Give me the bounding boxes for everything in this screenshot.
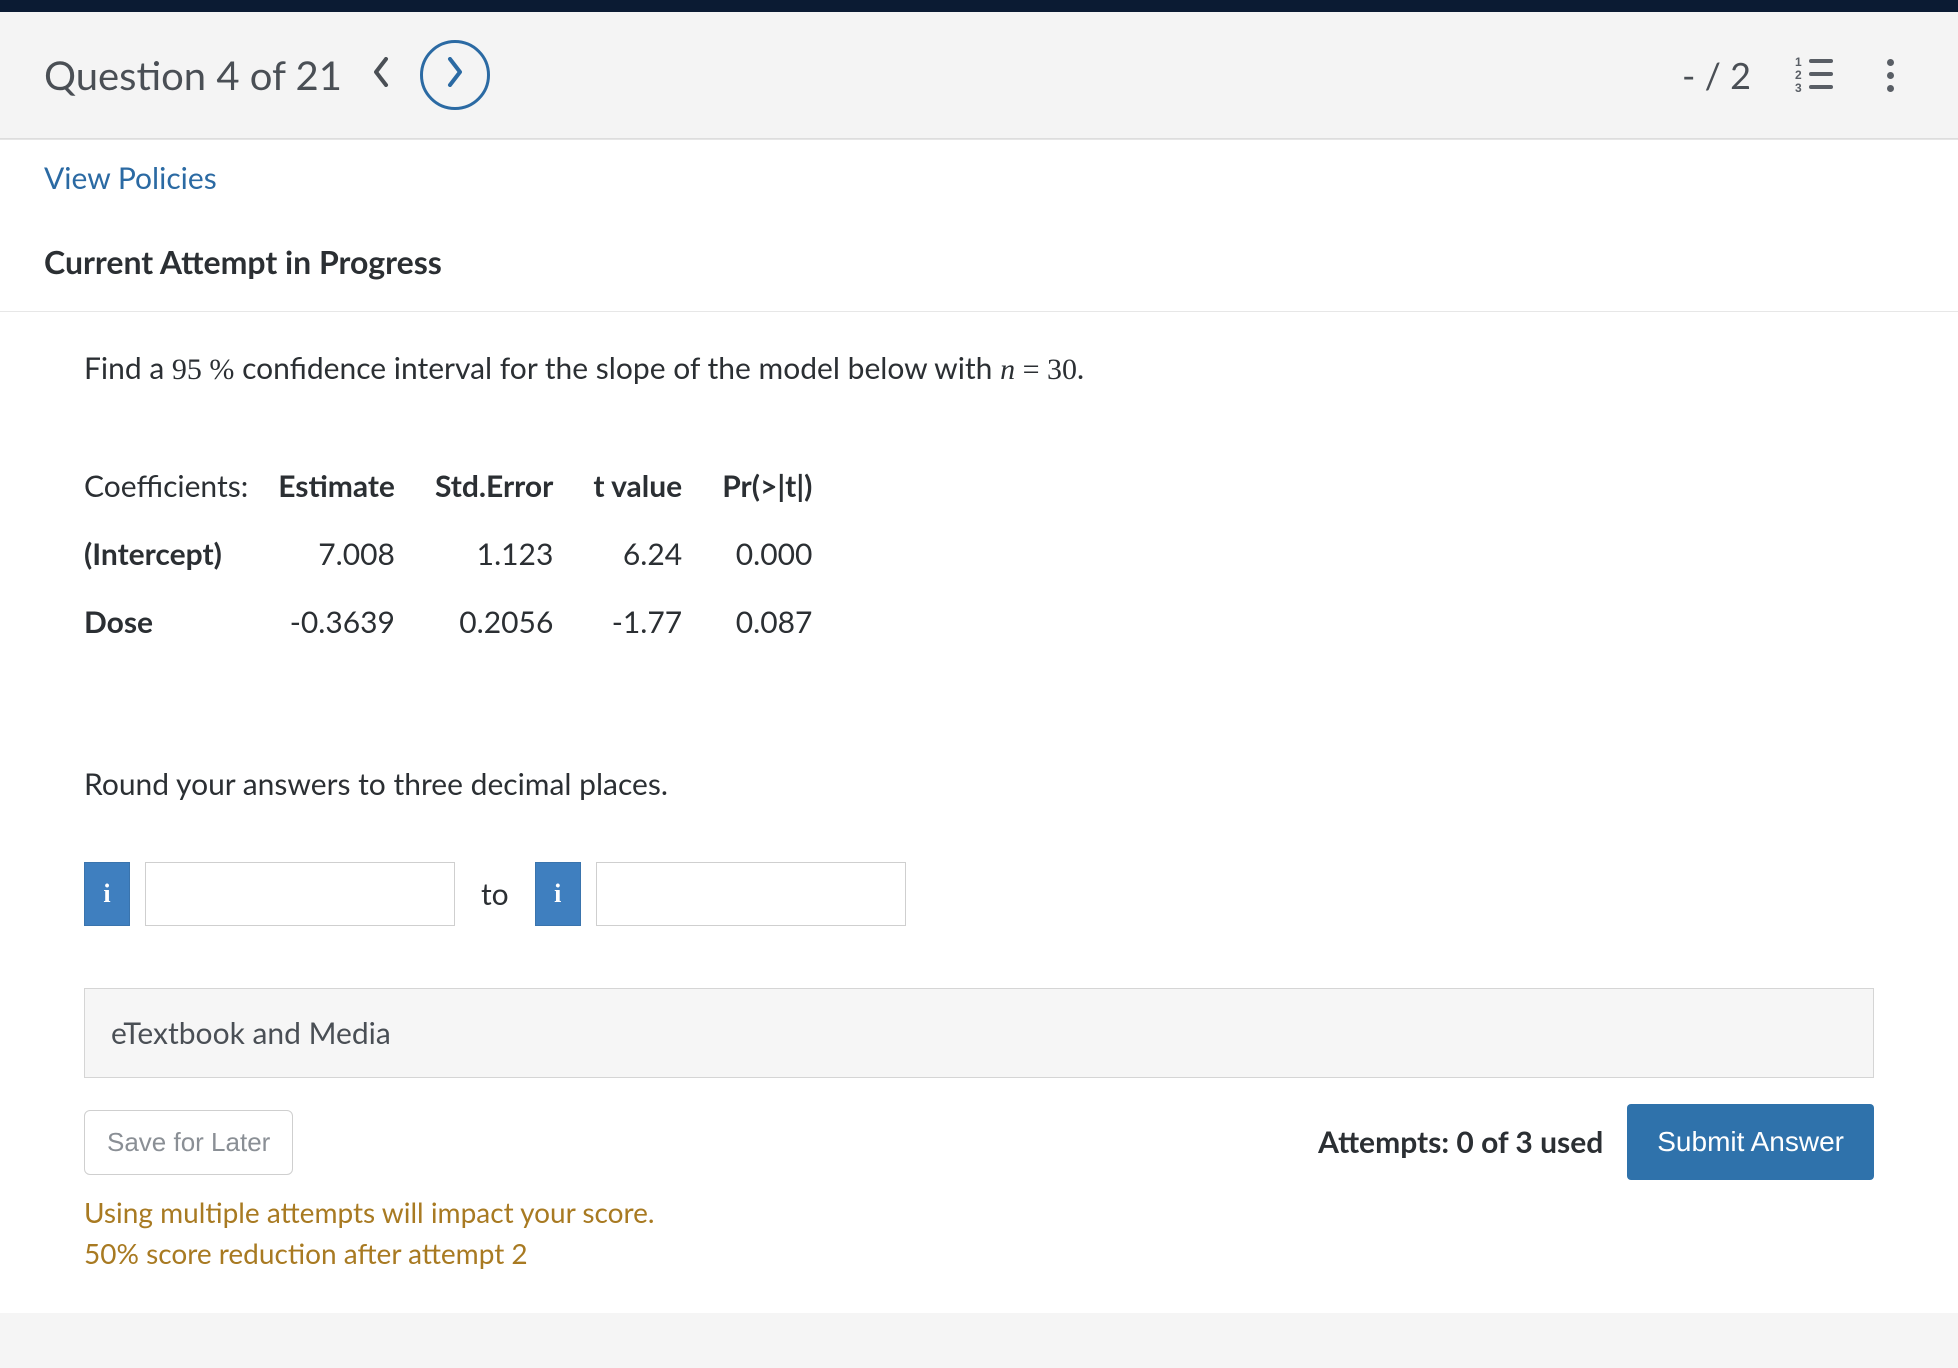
etextbook-media-panel[interactable]: eTextbook and Media xyxy=(84,988,1874,1078)
cell: 0.087 xyxy=(722,588,852,656)
cell: -1.77 xyxy=(593,588,722,656)
question-list-button[interactable]: 1 2 3 xyxy=(1791,55,1837,96)
cell: 7.008 xyxy=(278,520,435,588)
table-header-row: Coefficients: Estimate Std.Error t value… xyxy=(84,452,852,520)
answer-input-row: i to i xyxy=(84,862,1874,926)
coefficients-table: Coefficients: Estimate Std.Error t value… xyxy=(84,452,852,656)
upper-bound-input[interactable] xyxy=(596,862,906,926)
col-header: Pr(>|t|) xyxy=(722,452,852,520)
kebab-icon-dot xyxy=(1887,85,1894,92)
attempt-penalty-note: Using multiple attempts will impact your… xyxy=(84,1192,1874,1273)
cell: 0.000 xyxy=(722,520,852,588)
cell: -0.3639 xyxy=(278,588,435,656)
row-label: (Intercept) xyxy=(84,520,278,588)
prompt-text: confidence interval for the slope of the… xyxy=(234,350,1000,386)
prompt-period: . xyxy=(1077,350,1084,386)
numbered-list-icon: 1 2 3 xyxy=(1795,59,1833,89)
chevron-left-icon xyxy=(372,62,390,93)
cell: 1.123 xyxy=(435,520,593,588)
submit-answer-button[interactable]: Submit Answer xyxy=(1627,1104,1874,1180)
row-label: Dose xyxy=(84,588,278,656)
cell: 6.24 xyxy=(593,520,722,588)
save-for-later-button[interactable]: Save for Later xyxy=(84,1110,293,1175)
penalty-line: Using multiple attempts will impact your… xyxy=(84,1192,1874,1233)
info-icon[interactable]: i xyxy=(84,862,130,926)
score-display: - / 2 xyxy=(1682,53,1751,97)
info-icon[interactable]: i xyxy=(535,862,581,926)
app-topbar xyxy=(0,0,1958,12)
attempt-status-title: Current Attempt in Progress xyxy=(0,202,1958,312)
next-question-button[interactable] xyxy=(420,40,490,110)
prev-question-button[interactable] xyxy=(368,47,394,104)
attempts-remaining: Attempts: 0 of 3 used xyxy=(1318,1124,1603,1160)
view-policies-link[interactable]: View Policies xyxy=(44,160,217,196)
col-header: t value xyxy=(593,452,722,520)
cell: 0.2056 xyxy=(435,588,593,656)
col-header: Estimate xyxy=(278,452,435,520)
penalty-line: 50% score reduction after attempt 2 xyxy=(84,1233,1874,1274)
table-row: Dose -0.3639 0.2056 -1.77 0.087 xyxy=(84,588,852,656)
prompt-text: Find a xyxy=(84,350,172,386)
kebab-icon-dot xyxy=(1887,72,1894,79)
chevron-right-icon xyxy=(446,57,464,94)
table-row: (Intercept) 7.008 1.123 6.24 0.000 xyxy=(84,520,852,588)
more-options-button[interactable] xyxy=(1877,55,1904,96)
coefficients-caption: Coefficients: xyxy=(84,452,278,520)
question-header: Question 4 of 21 - / 2 1 2 3 xyxy=(0,12,1958,139)
question-number: Question 4 of 21 xyxy=(44,51,342,99)
col-header: Std.Error xyxy=(435,452,593,520)
rounding-instruction: Round your answers to three decimal plac… xyxy=(84,766,1874,802)
equals-sign: = xyxy=(1015,353,1047,386)
kebab-icon-dot xyxy=(1887,59,1894,66)
n-value: 30 xyxy=(1047,353,1077,386)
question-prompt: Find a 95 % confidence interval for the … xyxy=(84,346,1874,392)
confidence-percent: 95 % xyxy=(172,353,235,386)
lower-bound-input[interactable] xyxy=(145,862,455,926)
to-label: to xyxy=(481,876,509,912)
n-variable: n xyxy=(1000,353,1015,386)
